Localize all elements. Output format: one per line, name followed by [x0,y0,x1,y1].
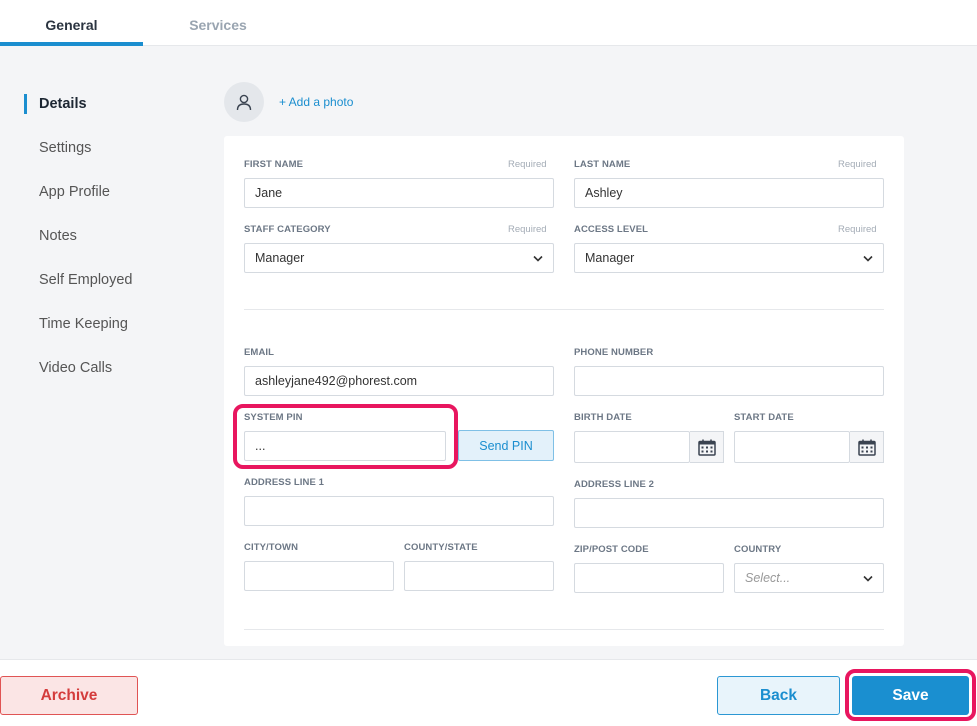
chevron-down-icon [863,575,873,582]
zip-post-code-label: ZIP/POST CODE [574,544,649,555]
birth-date-label: BIRTH DATE [574,412,632,423]
save-button[interactable]: Save [852,676,969,715]
email-value: ashleyjane492@phorest.com [255,374,418,388]
county-state-field[interactable] [404,561,554,591]
sidebar-item-details[interactable]: Details [24,82,204,126]
country-label: COUNTRY [734,544,782,555]
details-form-card: FIRST NAME Required Jane LAST NAME Requi… [224,136,904,646]
section-divider [244,629,884,630]
access-level-label: ACCESS LEVEL [574,224,649,235]
chevron-down-icon [533,255,543,262]
top-tab-bar: General Services [0,0,977,46]
email-field[interactable]: ashleyjane492@phorest.com [244,366,554,396]
back-button[interactable]: Back [717,676,840,715]
first-name-field[interactable]: Jane [244,178,554,208]
address-line-2-field[interactable] [574,498,884,528]
sidebar-item-settings[interactable]: Settings [24,126,204,170]
system-pin-field[interactable]: ... [244,431,446,461]
address-line-1-label: ADDRESS LINE 1 [244,477,325,488]
birth-date-calendar-button[interactable] [690,431,724,463]
staff-category-required: Required [508,224,547,235]
tab-services[interactable]: Services [150,0,286,46]
sidebar: Details Settings App Profile Notes Self … [24,82,204,390]
last-name-field[interactable]: Ashley [574,178,884,208]
start-date-label: START DATE [734,412,794,423]
last-name-value: Ashley [585,186,623,200]
send-pin-button[interactable]: Send PIN [458,430,554,461]
city-town-field[interactable] [244,561,394,591]
county-state-label: COUNTY/STATE [404,542,478,553]
phone-number-label: PHONE NUMBER [574,347,654,358]
zip-post-code-field[interactable] [574,563,724,593]
staff-category-value: Manager [255,251,305,265]
sidebar-item-notes[interactable]: Notes [24,214,204,258]
first-name-value: Jane [255,186,283,200]
sidebar-item-video-calls[interactable]: Video Calls [24,346,204,390]
access-level-select[interactable]: Manager [574,243,884,273]
birth-date-field[interactable] [574,431,690,463]
start-date-field[interactable] [734,431,850,463]
tab-general[interactable]: General [0,0,143,46]
start-date-calendar-button[interactable] [850,431,884,463]
phone-number-field[interactable] [574,366,884,396]
city-town-label: CITY/TOWN [244,542,299,553]
sidebar-item-app-profile[interactable]: App Profile [24,170,204,214]
sidebar-item-self-employed[interactable]: Self Employed [24,258,204,302]
calendar-icon [857,439,876,456]
address-line-1-field[interactable] [244,496,554,526]
chevron-down-icon [863,255,873,262]
user-icon [236,94,252,111]
email-label: EMAIL [244,347,275,358]
sidebar-item-time-keeping[interactable]: Time Keeping [24,302,204,346]
archive-button[interactable]: Archive [0,676,138,715]
avatar[interactable] [224,82,264,122]
staff-category-label: STAFF CATEGORY [244,224,331,235]
system-pin-label: SYSTEM PIN [244,412,303,423]
first-name-label: FIRST NAME [244,159,304,170]
country-placeholder: Select... [745,571,791,585]
add-photo-link[interactable]: + Add a photo [279,95,353,109]
calendar-icon [697,439,716,456]
address-line-2-label: ADDRESS LINE 2 [574,479,655,490]
section-divider [244,309,884,310]
staff-category-select[interactable]: Manager [244,243,554,273]
first-name-required: Required [508,159,547,170]
last-name-required: Required [838,159,877,170]
access-level-value: Manager [585,251,635,265]
access-level-required: Required [838,224,877,235]
system-pin-value: ... [255,439,266,453]
last-name-label: LAST NAME [574,159,631,170]
footer-bar: Archive Back Save [0,659,977,726]
country-select[interactable]: Select... [734,563,884,593]
